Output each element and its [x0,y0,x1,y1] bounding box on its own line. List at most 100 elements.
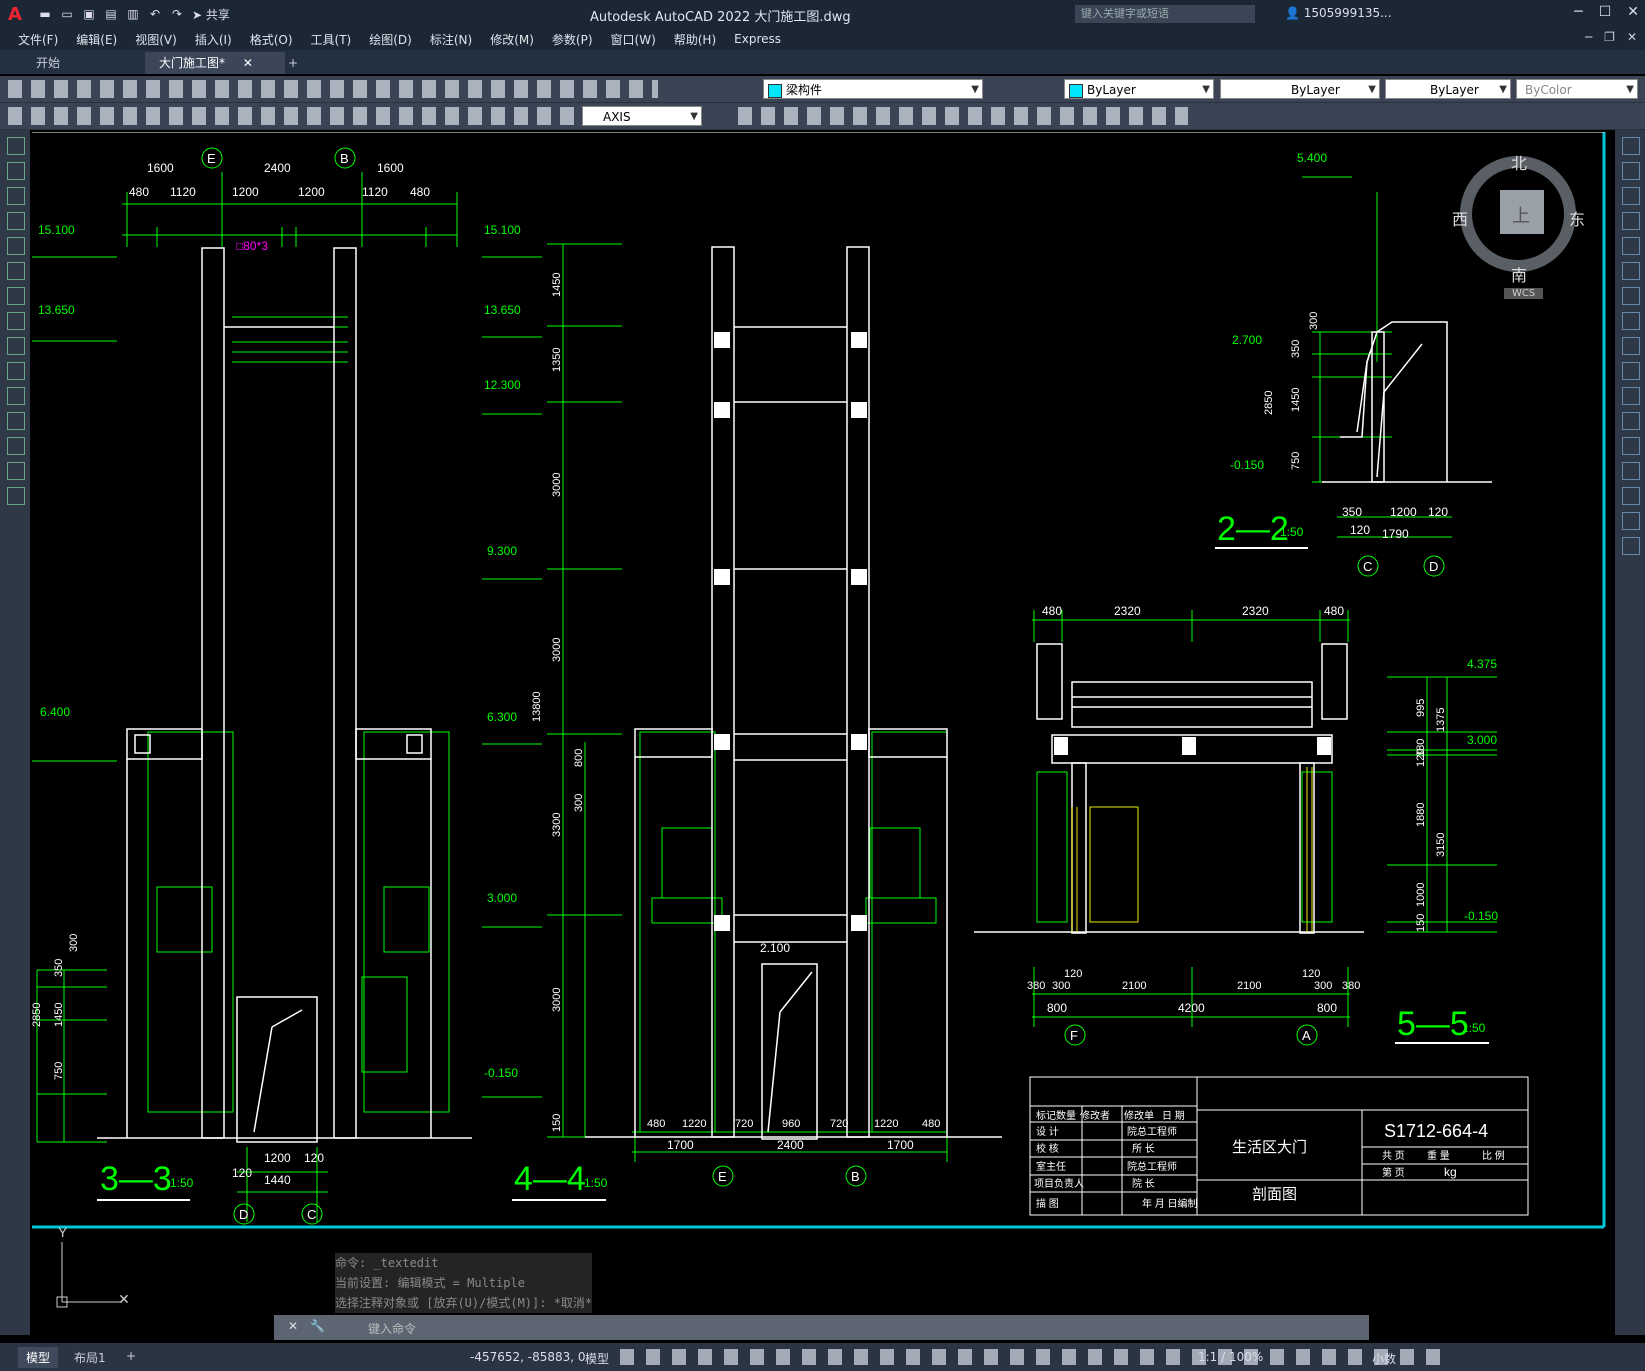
plotstyle-value: ByColor [1525,83,1572,97]
stretch-icon[interactable] [1622,337,1640,355]
menu-file[interactable]: 文件(F) [18,31,58,48]
annotation-scale[interactable]: 1:1 / 100% [1198,1350,1263,1364]
mirror-icon[interactable] [1622,187,1640,205]
line-icon[interactable] [7,137,25,155]
ellipse-icon[interactable] [7,312,25,330]
polygon-icon[interactable] [7,212,25,230]
lineweight-dropdown[interactable]: ByLayer ▼ [1385,79,1511,99]
table-icon[interactable] [7,437,25,455]
menu-window[interactable]: 窗口(W) [611,31,656,48]
drafting-settings-icons[interactable] [620,1349,1440,1365]
spline-icon[interactable] [7,287,25,305]
viewcube-east[interactable]: 东 [1569,206,1585,230]
explode-icon[interactable] [1622,537,1640,555]
dimstyle-dropdown[interactable]: AXIS ▼ [582,106,702,126]
modify-toolbar-icons[interactable] [738,107,1188,125]
viewcube-north[interactable]: 北 [1511,150,1527,174]
share-button[interactable]: ➤ 共享 [192,6,230,23]
offset-icon[interactable] [1622,212,1640,230]
scale-icon[interactable] [1622,312,1640,330]
user-account[interactable]: 👤 1505999135... [1285,6,1392,20]
hatch-icon[interactable] [7,387,25,405]
menu-format[interactable]: 格式(O) [250,31,293,48]
menu-insert[interactable]: 插入(I) [195,31,232,48]
color-dropdown[interactable]: ByLayer ▼ [1064,79,1214,99]
menu-tools[interactable]: 工具(T) [311,31,352,48]
arc-icon[interactable] [7,187,25,205]
standard-toolbar-icons[interactable] [8,80,658,98]
menu-express[interactable]: Express [734,32,781,46]
linetype-dropdown[interactable]: ByLayer ▼ [1220,79,1380,99]
drawing-canvas[interactable]: 1600 2400 1600 E B 480 1120 1200 1200 1120 48… [32,132,1612,1337]
region-icon[interactable] [7,412,25,430]
new-icon[interactable]: ▬ [36,6,54,22]
plotstyle-dropdown[interactable]: ByColor ▼ [1516,79,1638,99]
svg-text:1220: 1220 [682,1118,706,1130]
doc-restore-icon[interactable]: ❐ [1604,30,1615,44]
rotate-icon[interactable] [1622,287,1640,305]
blend-icon[interactable] [1622,512,1640,530]
undo-icon[interactable]: ↶ [146,6,164,22]
viewcube-south[interactable]: 南 [1511,262,1527,286]
command-close-icon[interactable]: ✕ [288,1319,298,1333]
menu-parametric[interactable]: 参数(P) [552,31,593,48]
rectangle-icon[interactable] [7,237,25,255]
polyline-icon[interactable] [7,162,25,180]
command-wrench-icon[interactable]: 🔧 [310,1319,325,1333]
doc-minimize-icon[interactable]: ─ [1585,30,1592,44]
tab-start[interactable]: 开始 [22,52,74,74]
circle-icon[interactable] [7,262,25,280]
trim-icon[interactable] [1622,362,1640,380]
erase-icon[interactable] [1622,137,1640,155]
maximize-icon[interactable]: ☐ [1599,4,1612,20]
join-icon[interactable] [1622,437,1640,455]
autocad-logo-icon[interactable]: A [8,4,30,25]
coordinates-readout[interactable]: -457652, -85883, 0 [470,1350,586,1364]
viewcube-top[interactable]: 上 [1512,202,1530,228]
move-icon[interactable] [1622,262,1640,280]
break-icon[interactable] [1622,412,1640,430]
close-icon[interactable]: ✕ [1627,4,1639,20]
svg-text:年 月 日编制: 年 月 日编制 [1142,1197,1198,1210]
tab-model[interactable]: 模型 [18,1347,59,1368]
viewcube-west[interactable]: 西 [1452,206,1468,230]
array-icon[interactable] [1622,237,1640,255]
add-selected-icon[interactable] [7,487,25,505]
units-dropdown[interactable]: 小数 [1372,1350,1396,1367]
tab-add-layout[interactable]: + [118,1347,144,1365]
doc-close-icon[interactable]: ✕ [1627,30,1637,44]
command-input[interactable]: 键入命令 [368,1320,416,1337]
wcs-button[interactable]: WCS [1504,288,1544,299]
dimension-toolbar-icons[interactable] [8,107,578,125]
insert-block-icon[interactable] [7,337,25,355]
svg-text:480: 480 [1324,604,1344,618]
save-icon[interactable]: ▣ [80,6,98,22]
plot-icon[interactable]: ▥ [124,6,142,22]
tab-close-icon[interactable]: ✕ [243,56,253,70]
open-icon[interactable]: ▭ [58,6,76,22]
copy-icon[interactable] [1622,162,1640,180]
svg-text:3300: 3300 [551,813,563,837]
svg-text:480: 480 [1042,604,1062,618]
menu-dimension[interactable]: 标注(N) [430,31,472,48]
mtext-icon[interactable] [7,462,25,480]
tab-add-button[interactable]: + [274,52,312,74]
tab-document[interactable]: 大门施工图* ✕ [145,52,285,74]
save-as-icon[interactable]: ▤ [102,6,120,22]
extend-icon[interactable] [1622,387,1640,405]
menu-edit[interactable]: 编辑(E) [76,31,117,48]
menu-help[interactable]: 帮助(H) [674,31,716,48]
model-space-button[interactable]: 模型 [585,1350,609,1367]
menu-view[interactable]: 视图(V) [135,31,177,48]
menu-modify[interactable]: 修改(M) [490,31,534,48]
chamfer-icon[interactable] [1622,462,1640,480]
tab-layout1[interactable]: 布局1 [66,1347,114,1368]
point-icon[interactable] [7,362,25,380]
fillet-icon[interactable] [1622,487,1640,505]
search-input[interactable]: 键入关键字或短语 [1075,5,1255,23]
menu-draw[interactable]: 绘图(D) [369,31,412,48]
viewcube[interactable]: 北 南 东 西 上 WCS [1452,146,1586,306]
layer-dropdown[interactable]: 梁构件 ▼ [763,79,983,99]
minimize-icon[interactable]: ─ [1574,4,1582,20]
redo-icon[interactable]: ↷ [168,6,186,22]
